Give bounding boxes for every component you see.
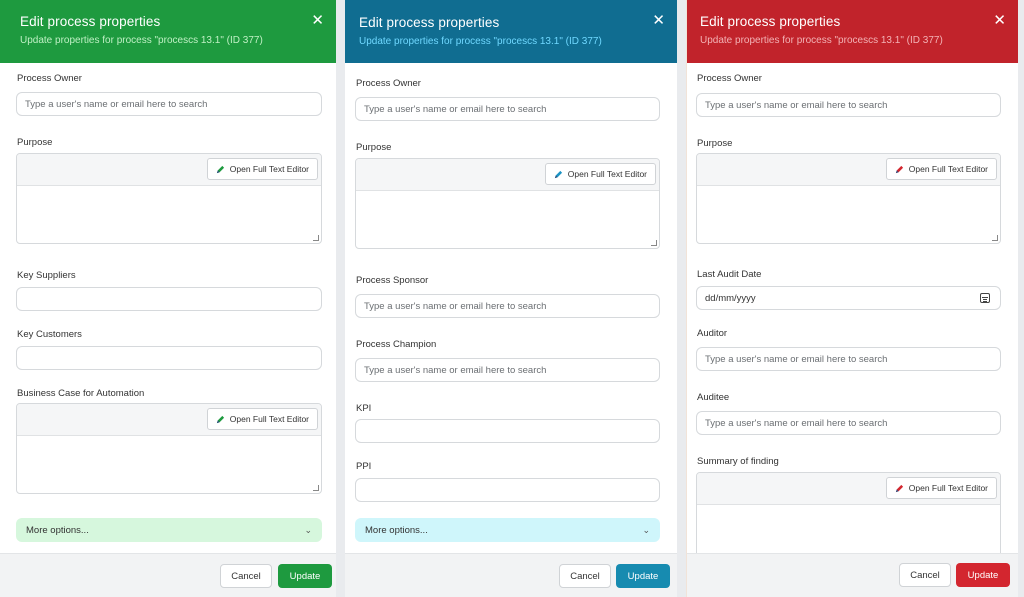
pencil-icon bbox=[216, 165, 224, 173]
open-full-text-editor-label: Open Full Text Editor bbox=[229, 164, 309, 174]
key-customers-input[interactable] bbox=[16, 346, 322, 370]
more-options-label: More options... bbox=[365, 524, 428, 536]
pencil-icon bbox=[895, 165, 903, 173]
more-options-toggle[interactable]: More options... ⌄ bbox=[16, 518, 322, 542]
key-customers-label: Key Customers bbox=[17, 329, 82, 340]
open-full-text-editor-label: Open Full Text Editor bbox=[229, 414, 309, 424]
pencil-icon bbox=[554, 170, 562, 178]
update-button[interactable]: Update bbox=[278, 564, 332, 588]
open-full-text-editor-button[interactable]: Open Full Text Editor bbox=[544, 163, 656, 185]
chevron-down-icon: ⌄ bbox=[304, 524, 312, 535]
open-full-text-editor-button[interactable]: Open Full Text Editor bbox=[206, 408, 318, 430]
auditee-input[interactable]: Type a user's name or email here to sear… bbox=[696, 411, 1001, 435]
open-full-text-editor-button[interactable]: Open Full Text Editor bbox=[206, 158, 318, 180]
cancel-button[interactable]: Cancel bbox=[559, 564, 611, 588]
purpose-label: Purpose bbox=[356, 142, 392, 153]
purpose-editor[interactable]: Open Full Text Editor bbox=[355, 158, 660, 249]
panel-footer: Cancel Update bbox=[687, 553, 1018, 597]
panel-title: Edit process properties bbox=[20, 14, 161, 29]
key-suppliers-label: Key Suppliers bbox=[17, 270, 76, 281]
process-sponsor-input[interactable]: Type a user's name or email here to sear… bbox=[355, 294, 660, 318]
update-button[interactable]: Update bbox=[616, 564, 670, 588]
process-champion-label: Process Champion bbox=[356, 339, 437, 350]
ppi-input[interactable] bbox=[355, 478, 660, 502]
panel-subtitle: Update properties for process "procescs … bbox=[359, 36, 602, 47]
key-suppliers-input[interactable] bbox=[16, 287, 322, 311]
process-owner-label: Process Owner bbox=[17, 73, 82, 84]
purpose-editor[interactable]: Open Full Text Editor bbox=[16, 153, 322, 244]
more-options-toggle[interactable]: More options... ⌄ bbox=[355, 518, 660, 542]
purpose-editor[interactable]: Open Full Text Editor bbox=[696, 153, 1001, 244]
business-case-editor[interactable]: Open Full Text Editor bbox=[16, 403, 322, 494]
editor-toolbar: Open Full Text Editor bbox=[17, 404, 321, 436]
auditor-input[interactable]: Type a user's name or email here to sear… bbox=[696, 347, 1001, 371]
process-sponsor-label: Process Sponsor bbox=[356, 275, 429, 286]
cancel-button[interactable]: Cancel bbox=[220, 564, 272, 588]
close-icon[interactable]: ✕ bbox=[652, 13, 665, 28]
panel-subtitle: Update properties for process "procescs … bbox=[700, 35, 943, 46]
last-audit-date-value: dd/mm/yyyy bbox=[705, 292, 756, 304]
open-full-text-editor-label: Open Full Text Editor bbox=[908, 164, 988, 174]
close-icon[interactable]: ✕ bbox=[993, 13, 1006, 28]
editor-toolbar: Open Full Text Editor bbox=[697, 154, 1000, 186]
edit-process-panel-green: Edit process properties Update propertie… bbox=[0, 0, 336, 597]
last-audit-date-input[interactable]: dd/mm/yyyy bbox=[696, 286, 1001, 310]
more-options-label: More options... bbox=[26, 524, 89, 536]
edit-process-panel-red: Edit process properties Update propertie… bbox=[686, 0, 1018, 597]
resize-handle[interactable] bbox=[313, 485, 319, 491]
open-full-text-editor-label: Open Full Text Editor bbox=[908, 483, 988, 493]
pencil-icon bbox=[895, 484, 903, 492]
purpose-label: Purpose bbox=[697, 138, 733, 149]
chevron-down-icon: ⌄ bbox=[642, 524, 650, 535]
panel-title: Edit process properties bbox=[700, 14, 841, 29]
open-full-text-editor-button[interactable]: Open Full Text Editor bbox=[885, 158, 997, 180]
process-owner-input[interactable]: Type a user's name or email here to sear… bbox=[16, 92, 322, 116]
ppi-label: PPI bbox=[356, 461, 372, 472]
kpi-input[interactable] bbox=[355, 419, 660, 443]
editor-toolbar: Open Full Text Editor bbox=[17, 154, 321, 186]
panel-header: Edit process properties Update propertie… bbox=[345, 0, 677, 63]
open-full-text-editor-button[interactable]: Open Full Text Editor bbox=[885, 477, 997, 499]
panel-footer: Cancel Update bbox=[0, 553, 336, 597]
edit-process-panel-blue: Edit process properties Update propertie… bbox=[345, 0, 677, 597]
screenshot-stage: Edit process properties Update propertie… bbox=[0, 0, 1024, 597]
editor-toolbar: Open Full Text Editor bbox=[697, 473, 1000, 505]
business-case-label: Business Case for Automation bbox=[17, 388, 145, 399]
pencil-icon bbox=[216, 415, 224, 423]
panel-header: Edit process properties Update propertie… bbox=[687, 0, 1018, 63]
last-audit-date-label: Last Audit Date bbox=[697, 269, 762, 280]
editor-toolbar: Open Full Text Editor bbox=[356, 159, 659, 191]
auditor-label: Auditor bbox=[697, 328, 728, 339]
kpi-label: KPI bbox=[356, 403, 372, 414]
calendar-icon[interactable] bbox=[980, 293, 990, 303]
summary-of-finding-label: Summary of finding bbox=[697, 456, 779, 467]
process-champion-input[interactable]: Type a user's name or email here to sear… bbox=[355, 358, 660, 382]
process-owner-label: Process Owner bbox=[356, 78, 421, 89]
auditee-label: Auditee bbox=[697, 392, 730, 403]
resize-handle[interactable] bbox=[651, 240, 657, 246]
resize-handle[interactable] bbox=[313, 235, 319, 241]
resize-handle[interactable] bbox=[992, 235, 998, 241]
process-owner-label: Process Owner bbox=[697, 73, 762, 84]
panel-subtitle: Update properties for process "procescs … bbox=[20, 35, 263, 46]
panel-footer: Cancel Update bbox=[345, 553, 677, 597]
panel-title: Edit process properties bbox=[359, 15, 500, 30]
purpose-label: Purpose bbox=[17, 137, 53, 148]
open-full-text-editor-label: Open Full Text Editor bbox=[567, 169, 647, 179]
panel-header: Edit process properties Update propertie… bbox=[0, 0, 336, 63]
update-button[interactable]: Update bbox=[956, 563, 1010, 587]
close-icon[interactable]: ✕ bbox=[311, 13, 324, 28]
process-owner-input[interactable]: Type a user's name or email here to sear… bbox=[696, 93, 1001, 117]
process-owner-input[interactable]: Type a user's name or email here to sear… bbox=[355, 97, 660, 121]
cancel-button[interactable]: Cancel bbox=[899, 563, 951, 587]
